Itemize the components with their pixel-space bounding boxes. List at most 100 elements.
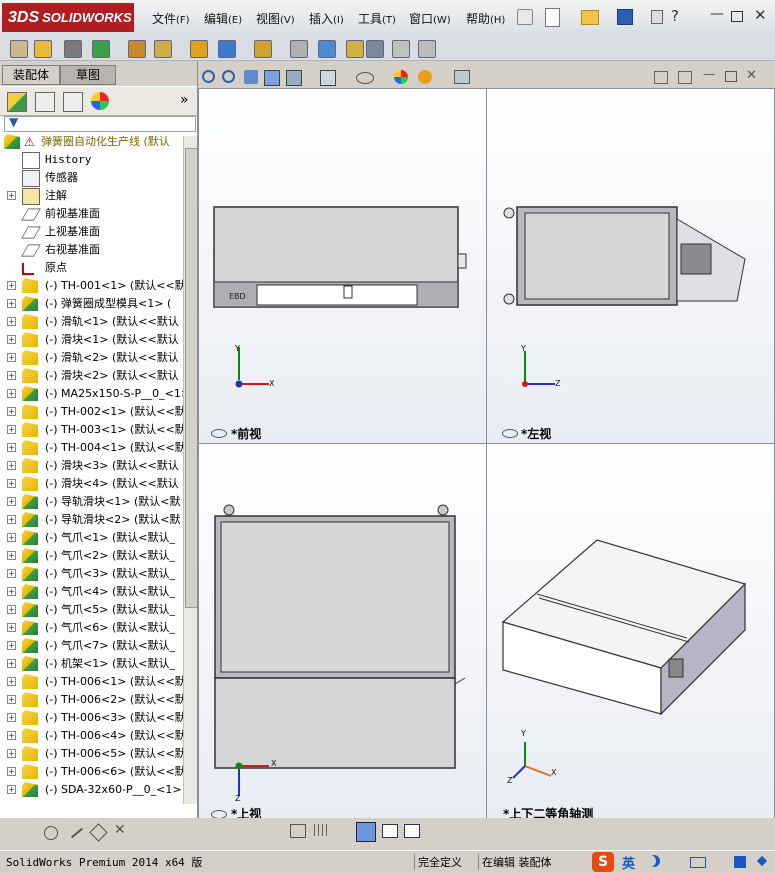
grid-icon[interactable] [314,824,328,836]
select-icon[interactable] [10,40,28,58]
tree-item[interactable]: + (-) 气爪<3> (默认<默认_ [0,565,183,583]
display-style-icon[interactable] [320,70,336,86]
tree-item[interactable]: + (-) 气爪<2> (默认<默认_ [0,547,183,565]
tab-sketch[interactable]: 草图 [60,65,116,85]
menu-item-2[interactable]: 视图(V) [256,10,295,27]
tab-assembly[interactable]: 装配体 [2,65,60,85]
expand-toggle-icon[interactable]: + [7,461,16,470]
section-view-icon[interactable] [264,70,280,86]
single-window-icon[interactable] [382,824,398,838]
expand-toggle-icon[interactable]: + [7,587,16,596]
tree-item[interactable]: 右视基准面 [0,241,183,259]
tree-item[interactable]: 前视基准面 [0,205,183,223]
tree-item[interactable]: + (-) 机架<1> (默认<默认_ [0,655,183,673]
new-document-icon[interactable] [545,8,560,27]
expand-toggle-icon[interactable]: + [7,659,16,668]
open-folder-icon[interactable] [581,10,599,25]
reference-geometry-icon[interactable] [418,40,436,58]
expand-toggle-icon[interactable]: + [7,533,16,542]
tree-item[interactable]: + 注解 [0,187,183,205]
viewport-left[interactable]: Y Z *左视 [486,88,775,444]
scroll-thumb[interactable] [185,148,197,608]
layers-icon[interactable] [190,40,208,58]
tree-item[interactable]: + (-) 气爪<1> (默认<默认_ [0,529,183,547]
insert-component-icon[interactable] [254,40,272,58]
tree-item[interactable]: + (-) 滑块<1> (默认<<默认 [0,331,183,349]
viewport-restore-icon[interactable] [725,71,737,82]
tree-item[interactable]: History [0,151,183,169]
menu-item-0[interactable]: 文件(F) [152,10,190,27]
viewport-front[interactable]: EBD Y X *前视 [198,88,487,444]
expand-toggle-icon[interactable]: + [7,713,16,722]
open-icon[interactable] [34,40,52,58]
tree-item[interactable]: + (-) MA25x150-S-P__0_<1> [0,385,190,403]
expand-toggle-icon[interactable]: + [7,317,16,326]
view-orientation-icon[interactable] [286,70,302,86]
expand-toggle-icon[interactable]: + [7,335,16,344]
expand-toggle-icon[interactable]: + [7,551,16,560]
appearance-icon[interactable] [91,92,109,110]
tree-item[interactable]: + (-) 滑块<4> (默认<<默认 [0,475,183,493]
help-icon[interactable]: ? [671,7,679,25]
property-manager-icon[interactable] [35,92,55,112]
single-view-icon[interactable] [678,71,692,84]
filter-icon[interactable]: ▼ [9,115,18,129]
expand-toggle-icon[interactable]: + [7,641,16,650]
expand-toggle-icon[interactable]: + [7,299,16,308]
tree-item[interactable]: + (-) 气爪<6> (默认<默认_ [0,619,183,637]
expand-toggle-icon[interactable]: + [7,353,16,362]
link-views-icon[interactable] [654,71,668,84]
expand-toggle-icon[interactable]: + [7,425,16,434]
tree-item[interactable]: + (-) 气爪<5> (默认<默认_ [0,601,183,619]
wrench-icon[interactable] [756,855,768,867]
close-button[interactable]: ✕ [754,6,767,24]
expand-toggle-icon[interactable]: + [7,605,16,614]
expand-toggle-icon[interactable]: + [7,749,16,758]
moon-icon[interactable] [648,855,660,867]
minimize-button[interactable]: — [710,6,724,22]
tree-item[interactable]: + (-) TH-006<5> (默认<<默 [0,745,186,763]
properties-icon[interactable] [128,40,146,58]
expand-toggle-icon[interactable]: + [7,281,16,290]
tree-item[interactable]: + (-) TH-001<1> (默认<<默 [0,277,186,295]
rebuild-icon[interactable] [92,40,110,58]
tree-item[interactable]: + (-) TH-006<1> (默认<<默 [0,673,186,691]
four-window-icon[interactable] [404,824,420,838]
print-icon[interactable] [651,10,663,24]
options-icon[interactable] [64,40,82,58]
keyboard-icon[interactable] [690,857,706,868]
expand-toggle-icon[interactable]: + [7,731,16,740]
expand-toggle-icon[interactable]: + [7,479,16,488]
assembly-features-icon[interactable] [392,40,410,58]
tree-item[interactable]: + (-) 气爪<7> (默认<默认_ [0,637,183,655]
pin-icon[interactable] [517,9,533,25]
move-component-icon[interactable] [346,40,364,58]
expand-toggle-icon[interactable]: + [7,407,16,416]
tree-item[interactable]: + (-) TH-006<4> (默认<<默 [0,727,186,745]
tree-item[interactable]: + (-) 导轨滑块<2> (默认<默 [0,511,183,529]
menu-item-1[interactable]: 编辑(E) [204,10,242,27]
circle-icon[interactable] [44,826,58,840]
viewport-isometric[interactable]: Y X Z *上下二等角轴测 [486,443,775,820]
expand-toggle-icon[interactable]: + [7,443,16,452]
save-icon[interactable] [617,9,633,25]
zoom-to-fit-icon[interactable] [202,70,215,83]
rotate-component-icon[interactable] [366,40,384,58]
tree-item[interactable]: + (-) TH-002<1> (默认<<默 [0,403,186,421]
zoom-area-icon[interactable] [222,70,235,83]
tree-scrollbar[interactable] [183,136,197,804]
expand-toggle-icon[interactable]: + [7,389,16,398]
tree-item[interactable]: + (-) 滑轨<1> (默认<<默认 [0,313,183,331]
tree-item[interactable]: 原点 [0,259,183,277]
tree-item[interactable]: 传感器 [0,169,183,187]
configuration-manager-icon[interactable] [63,92,83,112]
expand-toggle-icon[interactable]: + [7,569,16,578]
expand-toggle-icon[interactable]: + [7,515,16,524]
viewport-close-icon[interactable]: ✕ [746,68,757,83]
file-properties-icon[interactable] [154,40,172,58]
mate-icon[interactable] [290,40,308,58]
shirt-icon[interactable] [734,856,746,868]
tree-item[interactable]: + (-) 滑块<2> (默认<<默认 [0,367,183,385]
hide-show-items-icon[interactable] [356,72,374,84]
viewport-minimize-icon[interactable]: — [703,67,715,81]
